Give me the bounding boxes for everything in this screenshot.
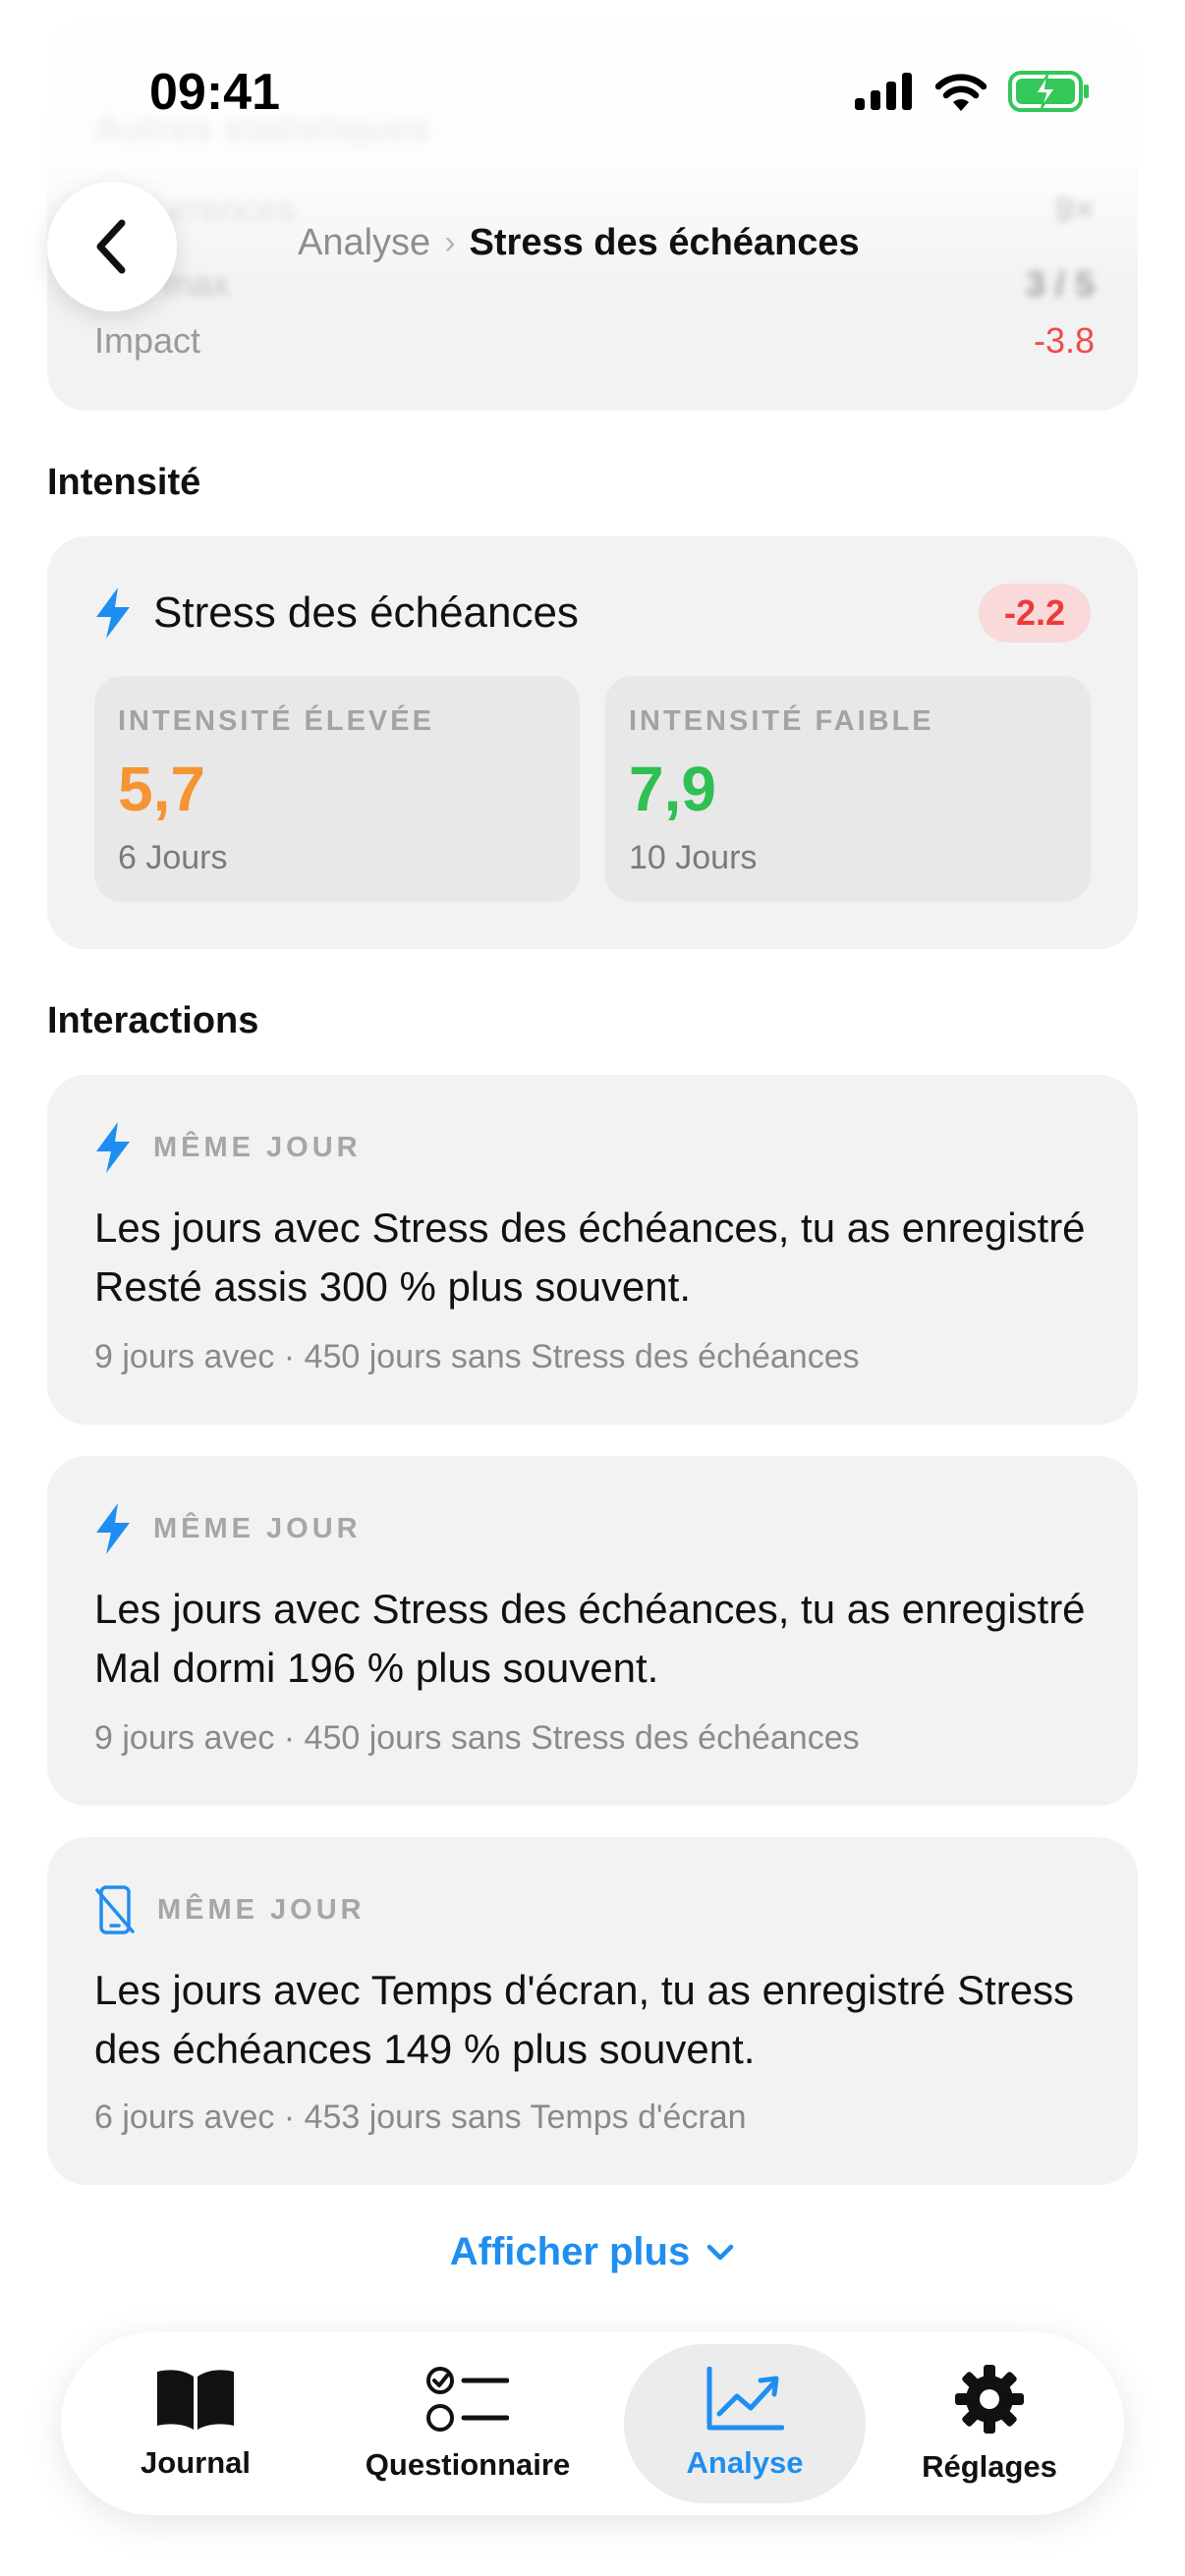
show-more-label: Afficher plus xyxy=(449,2230,691,2273)
chevron-down-icon xyxy=(706,2244,734,2260)
phone-slash-icon xyxy=(95,1885,135,1934)
cellular-signal-icon xyxy=(855,73,912,110)
high-intensity-value: 5,7 xyxy=(118,754,205,824)
interaction-tag: MÊME JOUR xyxy=(153,1512,362,1544)
stats-row-impact: Impact -3.8 xyxy=(94,320,1095,361)
interaction-text: Les jours avec Stress des échéances, tu … xyxy=(94,1586,1086,1691)
low-intensity-days: 10 Jours xyxy=(629,839,758,876)
high-intensity-caption: INTENSITÉ ÉLEVÉE xyxy=(118,705,434,737)
intensity-header: Stress des échéances xyxy=(94,588,579,639)
interaction-card[interactable]: MÊME JOUR Les jours avec Stress des éché… xyxy=(47,1456,1138,1806)
page-title: Stress des échéances xyxy=(469,222,860,263)
interaction-meta: 9 jours avec · 450 jours sans Stress des… xyxy=(94,1338,860,1375)
battery-charging-icon xyxy=(1008,71,1089,112)
tab-label: Journal xyxy=(141,2445,251,2480)
impact-badge: -2.2 xyxy=(978,584,1091,643)
status-time: 09:41 xyxy=(149,64,280,121)
gear-icon xyxy=(955,2365,1024,2434)
chevron-left-icon xyxy=(96,219,126,274)
intensity-factor-name: Stress des échéances xyxy=(153,588,579,637)
back-button[interactable] xyxy=(47,182,177,311)
breadcrumb-parent[interactable]: Analyse xyxy=(298,222,430,264)
status-icons xyxy=(855,71,1091,112)
tab-bar: Journal Questionnaire Analyse Réglages xyxy=(61,2332,1124,2515)
interaction-header: MÊME JOUR xyxy=(94,1122,362,1173)
interaction-card[interactable]: MÊME JOUR Les jours avec Stress des éché… xyxy=(47,1075,1138,1425)
tab-journal[interactable]: Journal xyxy=(75,2344,316,2503)
low-intensity-value: 7,9 xyxy=(629,754,716,824)
tab-label: Analyse xyxy=(686,2445,804,2480)
status-bar: 09:41 xyxy=(0,0,1185,121)
tab-analyse[interactable]: Analyse xyxy=(624,2344,866,2503)
bolt-icon xyxy=(96,1503,130,1554)
tab-questionnaire[interactable]: Questionnaire xyxy=(347,2344,589,2503)
checklist-icon xyxy=(426,2367,509,2432)
bolt-icon xyxy=(96,588,130,639)
interaction-header: MÊME JOUR xyxy=(94,1884,366,1935)
intensity-card: Stress des échéances -2.2 INTENSITÉ ÉLEV… xyxy=(47,536,1138,949)
interaction-tag: MÊME JOUR xyxy=(157,1893,366,1926)
section-title-intensity: Intensité xyxy=(47,462,201,503)
high-intensity-days: 6 Jours xyxy=(118,839,228,876)
stats-row: Niv. max 3 / 5 xyxy=(94,263,1095,304)
interaction-card[interactable]: MÊME JOUR Les jours avec Temps d'écran, … xyxy=(47,1837,1138,2185)
interaction-meta: 6 jours avec · 453 jours sans Temps d'éc… xyxy=(94,2099,747,2136)
high-intensity-card: INTENSITÉ ÉLEVÉE 5,7 6 Jours xyxy=(94,676,580,902)
interaction-text: Les jours avec Temps d'écran, tu as enre… xyxy=(94,1967,1075,2072)
tab-label: Questionnaire xyxy=(365,2447,571,2482)
tab-reglages[interactable]: Réglages xyxy=(869,2344,1110,2503)
breadcrumb-separator: › xyxy=(444,224,456,261)
interaction-text: Les jours avec Stress des échéances, tu … xyxy=(94,1204,1086,1310)
interaction-meta: 9 jours avec · 450 jours sans Stress des… xyxy=(94,1719,860,1757)
tab-label: Réglages xyxy=(922,2449,1057,2484)
chart-icon xyxy=(706,2367,784,2431)
low-intensity-caption: INTENSITÉ FAIBLE xyxy=(629,705,934,737)
bolt-icon xyxy=(96,1122,130,1173)
interaction-tag: MÊME JOUR xyxy=(153,1131,362,1163)
breadcrumb: Analyse › Stress des échéances xyxy=(298,222,860,264)
section-title-interactions: Interactions xyxy=(47,1000,259,1041)
book-icon xyxy=(157,2370,234,2430)
interaction-header: MÊME JOUR xyxy=(94,1503,362,1554)
low-intensity-card: INTENSITÉ FAIBLE 7,9 10 Jours xyxy=(605,676,1091,902)
wifi-icon xyxy=(935,74,987,111)
show-more-button[interactable]: Afficher plus xyxy=(0,2230,1185,2274)
